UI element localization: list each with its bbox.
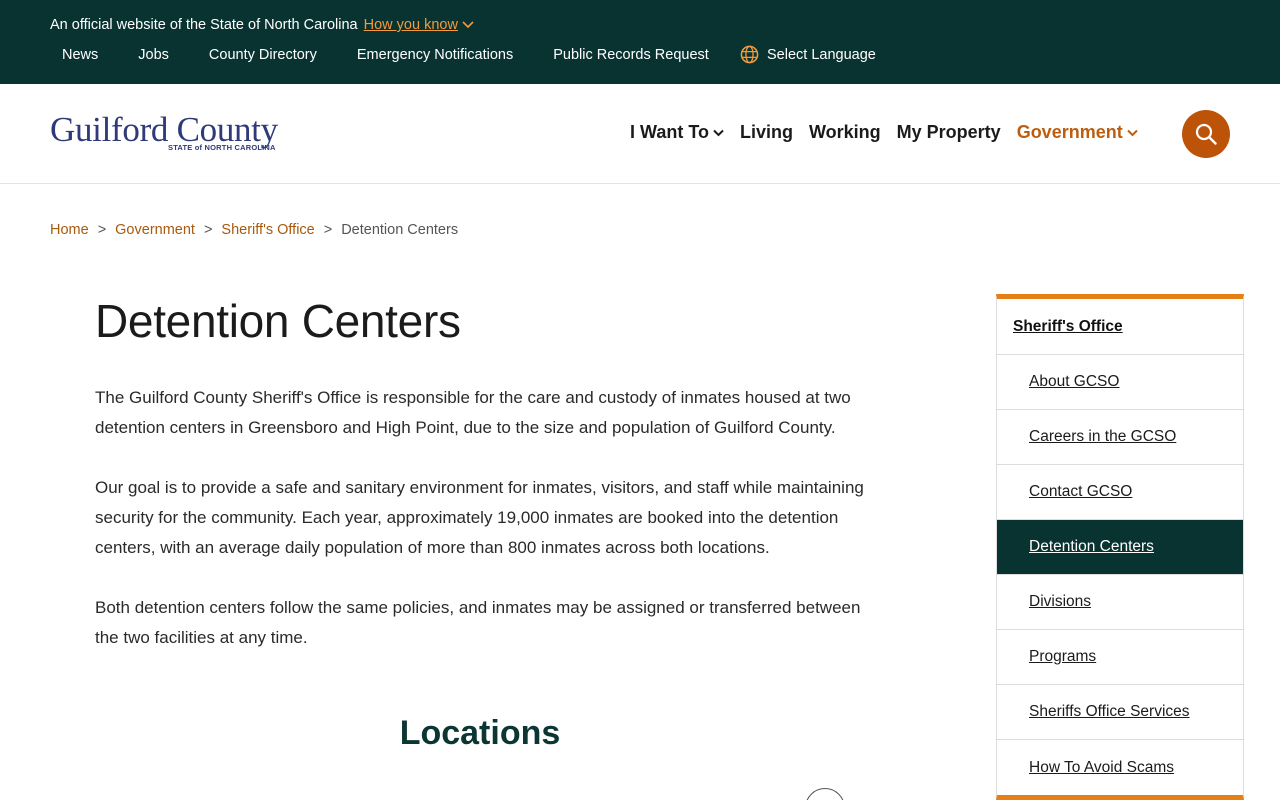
policy-paragraph: Both detention centers follow the same p… [95, 598, 861, 647]
sidebar-item-services[interactable]: Sheriffs Office Services [997, 685, 1243, 740]
nav-i-want-to-label: I Want To [630, 122, 709, 142]
county-logo[interactable]: Guilford County STATE of NORTH CAROLINA [50, 110, 302, 156]
breadcrumb-separator: > [203, 222, 213, 238]
nav-government-label: Government [1016, 122, 1123, 142]
nav-my-property[interactable]: My Property [897, 122, 1001, 143]
official-banner: An official website of the State of Nort… [50, 17, 474, 33]
how-you-know-link[interactable]: How you know [364, 17, 474, 33]
utility-link-county-directory[interactable]: County Directory [209, 47, 317, 63]
main-nav: I Want To Living Working My Property Gov… [630, 122, 1154, 143]
breadcrumb-sheriffs-office[interactable]: Sheriff's Office [221, 222, 314, 238]
nav-i-want-to[interactable]: I Want To [630, 122, 724, 143]
globe-icon [740, 45, 759, 64]
sidebar-item-avoid-scams[interactable]: How To Avoid Scams [997, 740, 1243, 795]
carousel-control[interactable] [805, 788, 845, 800]
utility-bar: An official website of the State of Nort… [0, 0, 1280, 84]
nav-working[interactable]: Working [809, 122, 881, 143]
utility-nav: News Jobs County Directory Emergency Not… [62, 47, 749, 63]
chevron-down-icon [1127, 129, 1138, 136]
utility-link-public-records[interactable]: Public Records Request [553, 47, 709, 63]
section-sidebar: Sheriff's Office About GCSO Careers in t… [996, 294, 1244, 800]
official-text: An official website of the State of Nort… [50, 17, 358, 33]
sidebar-item-careers[interactable]: Careers in the GCSO [997, 410, 1243, 465]
nav-government[interactable]: Government [1017, 122, 1138, 143]
search-button[interactable] [1182, 110, 1230, 158]
breadcrumb-government[interactable]: Government [115, 222, 195, 238]
search-icon [1195, 123, 1217, 145]
utility-link-jobs[interactable]: Jobs [138, 47, 169, 63]
chevron-down-icon [462, 21, 474, 29]
chevron-down-icon [713, 129, 724, 136]
utility-link-emergency-notifications[interactable]: Emergency Notifications [357, 47, 513, 63]
site-header: Guilford County STATE of NORTH CAROLINA … [0, 84, 1280, 184]
sidebar-item-detention-centers[interactable]: Detention Centers [997, 520, 1243, 575]
sidebar-item-divisions[interactable]: Divisions [997, 575, 1243, 630]
nav-living[interactable]: Living [740, 122, 793, 143]
breadcrumb-separator: > [323, 222, 333, 238]
intro-paragraph: The Guilford County Sheriff's Office is … [95, 388, 851, 437]
utility-link-news[interactable]: News [62, 47, 98, 63]
main-content: The Guilford County Sheriff's Office is … [95, 383, 875, 683]
sidebar-item-programs[interactable]: Programs [997, 630, 1243, 685]
locations-heading: Locations [399, 714, 561, 752]
sidebar-heading-sheriffs-office[interactable]: Sheriff's Office [997, 299, 1243, 355]
logo-subtitle: STATE of NORTH CAROLINA [168, 143, 276, 152]
breadcrumb-current: Detention Centers [341, 222, 459, 238]
breadcrumb-home[interactable]: Home [50, 222, 89, 238]
breadcrumb: Home > Government > Sheriff's Office > D… [50, 222, 458, 238]
page-title: Detention Centers [95, 295, 461, 347]
sidebar-item-contact[interactable]: Contact GCSO [997, 465, 1243, 520]
sidebar-item-about-gcso[interactable]: About GCSO [997, 355, 1243, 410]
language-selector[interactable]: Select Language [740, 45, 876, 64]
language-label: Select Language [767, 46, 876, 63]
breadcrumb-separator: > [97, 222, 107, 238]
how-you-know-label: How you know [363, 17, 458, 33]
goal-paragraph: Our goal is to provide a safe and sanita… [95, 478, 864, 557]
